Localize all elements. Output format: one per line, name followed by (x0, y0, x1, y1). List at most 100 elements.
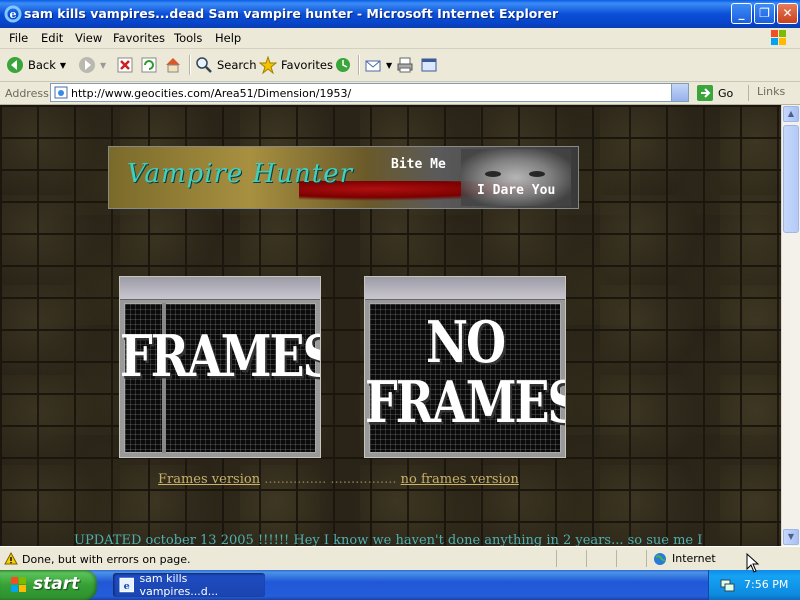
no-frames-image-text-2: FRAMES (365, 368, 566, 436)
window-title: sam kills vampires...dead Sam vampire hu… (24, 6, 559, 21)
windows-flag-icon (11, 577, 26, 592)
menu-favorites[interactable]: Favorites (113, 31, 165, 45)
address-label: Address (5, 87, 49, 100)
windows-logo-icon (771, 30, 786, 45)
banner-line-1: Bite Me (391, 157, 446, 172)
scroll-up-button[interactable]: ▲ (783, 106, 799, 122)
forward-arrow-icon (79, 57, 95, 73)
refresh-button[interactable] (140, 53, 158, 77)
search-button[interactable]: Search (195, 53, 257, 77)
status-cell (616, 550, 647, 567)
history-icon (336, 58, 350, 72)
browser-chrome (365, 277, 565, 300)
favorites-button[interactable]: Favorites (259, 53, 333, 77)
history-button[interactable] (334, 53, 352, 77)
search-label: Search (217, 58, 257, 72)
back-button[interactable]: Back ▼ (6, 53, 66, 77)
status-cell (586, 550, 617, 567)
start-label: start (33, 574, 80, 594)
start-button[interactable]: start (0, 570, 97, 600)
go-arrow-icon (697, 85, 713, 101)
frames-image-text: FRAMES (120, 322, 321, 390)
stop-icon (117, 57, 133, 73)
dots-separator: ............... (264, 472, 327, 487)
dots-separator: ................ (330, 472, 397, 487)
back-dropdown-icon[interactable]: ▼ (60, 61, 66, 70)
menu-bar: File Edit View Favorites Tools Help (0, 28, 800, 49)
forward-dropdown-icon[interactable]: ▼ (100, 61, 106, 70)
eye (529, 171, 545, 177)
edit-page-icon (421, 58, 437, 72)
vertical-scrollbar[interactable]: ▲ ▼ (781, 105, 800, 546)
printer-icon (397, 57, 413, 73)
status-bar: Done, but with errors on page. Internet (0, 546, 800, 571)
internet-explorer-icon: e (4, 5, 22, 23)
back-label: Back (28, 58, 56, 72)
scroll-thumb[interactable] (783, 125, 799, 233)
home-icon (166, 58, 180, 73)
globe-icon (654, 552, 666, 565)
menu-tools[interactable]: Tools (174, 31, 202, 45)
banner-line-2: I Dare You (477, 183, 556, 198)
scroll-down-button[interactable]: ▼ (783, 529, 799, 545)
zone-label: Internet (672, 552, 716, 565)
network-icon[interactable] (719, 577, 735, 593)
vampire-hunter-banner: Vampire Hunter Bite Me I Dare You (108, 146, 579, 209)
warning-icon[interactable] (4, 552, 18, 565)
go-label: Go (718, 86, 734, 100)
menu-file[interactable]: File (9, 31, 28, 45)
taskbar-item-ie[interactable]: e sam kills vampires...d... (113, 572, 265, 598)
clock: 7:56 PM (744, 578, 789, 591)
eye (485, 171, 501, 177)
page-content: Vampire Hunter Bite Me I Dare You FRAMES… (0, 105, 781, 546)
browser-chrome (120, 277, 320, 300)
mail-dropdown-icon[interactable]: ▼ (386, 61, 392, 70)
mail-icon (365, 60, 381, 72)
version-links: Frames version ............... .........… (158, 472, 519, 487)
links-button[interactable]: Links (748, 85, 785, 101)
toolbar: Back ▼ ▼ Search Favorites ▼ (0, 49, 800, 82)
system-tray: 7:56 PM (708, 570, 800, 600)
updated-notice: UPDATED october 13 2005 !!!!!! Hey I kno… (74, 533, 703, 546)
page-icon (54, 86, 68, 99)
svg-text:e: e (10, 8, 17, 21)
edit-button[interactable] (420, 53, 438, 77)
menu-view[interactable]: View (75, 31, 102, 45)
menu-edit[interactable]: Edit (41, 31, 63, 45)
internet-explorer-icon: e (119, 577, 134, 593)
mouse-cursor-icon (746, 553, 760, 573)
title-bar: e sam kills vampires...dead Sam vampire … (0, 0, 800, 28)
favorites-label: Favorites (281, 58, 333, 72)
no-frames-image-link[interactable]: NO FRAMES (364, 276, 566, 458)
security-zone: Internet (646, 550, 755, 567)
close-button[interactable]: ✕ (777, 3, 798, 24)
address-url: http://www.geocities.com/Area51/Dimensio… (71, 87, 352, 100)
address-input[interactable]: http://www.geocities.com/Area51/Dimensio… (50, 83, 689, 102)
print-button[interactable] (396, 53, 414, 77)
frames-image-link[interactable]: FRAMES (119, 276, 321, 458)
go-button[interactable]: Go (696, 84, 733, 102)
forward-button[interactable]: ▼ (78, 53, 106, 77)
refresh-icon (141, 57, 157, 73)
frames-version-link[interactable]: Frames version (158, 472, 260, 487)
back-arrow-icon (7, 57, 23, 73)
mail-button[interactable]: ▼ (364, 53, 392, 77)
svg-text:e: e (124, 581, 130, 592)
menu-help[interactable]: Help (215, 31, 241, 45)
stop-button[interactable] (116, 53, 134, 77)
banner-title: Vampire Hunter (127, 159, 354, 189)
status-cell (556, 550, 587, 567)
maximize-button[interactable]: ❐ (754, 3, 775, 24)
no-frames-image-text-1: NO (425, 308, 506, 376)
status-message: Done, but with errors on page. (22, 553, 191, 566)
star-icon (259, 56, 277, 74)
taskbar-item-label: sam kills vampires...d... (139, 572, 219, 598)
toolbar-separator (189, 55, 191, 75)
no-frames-version-link[interactable]: no frames version (401, 472, 519, 487)
address-dropdown-icon[interactable] (671, 84, 688, 101)
search-icon (196, 57, 212, 73)
address-bar: Address http://www.geocities.com/Area51/… (0, 82, 800, 105)
home-button[interactable] (164, 53, 182, 77)
taskbar: start e sam kills vampires...d... 7:56 P… (0, 570, 800, 600)
minimize-button[interactable]: _ (731, 3, 752, 24)
